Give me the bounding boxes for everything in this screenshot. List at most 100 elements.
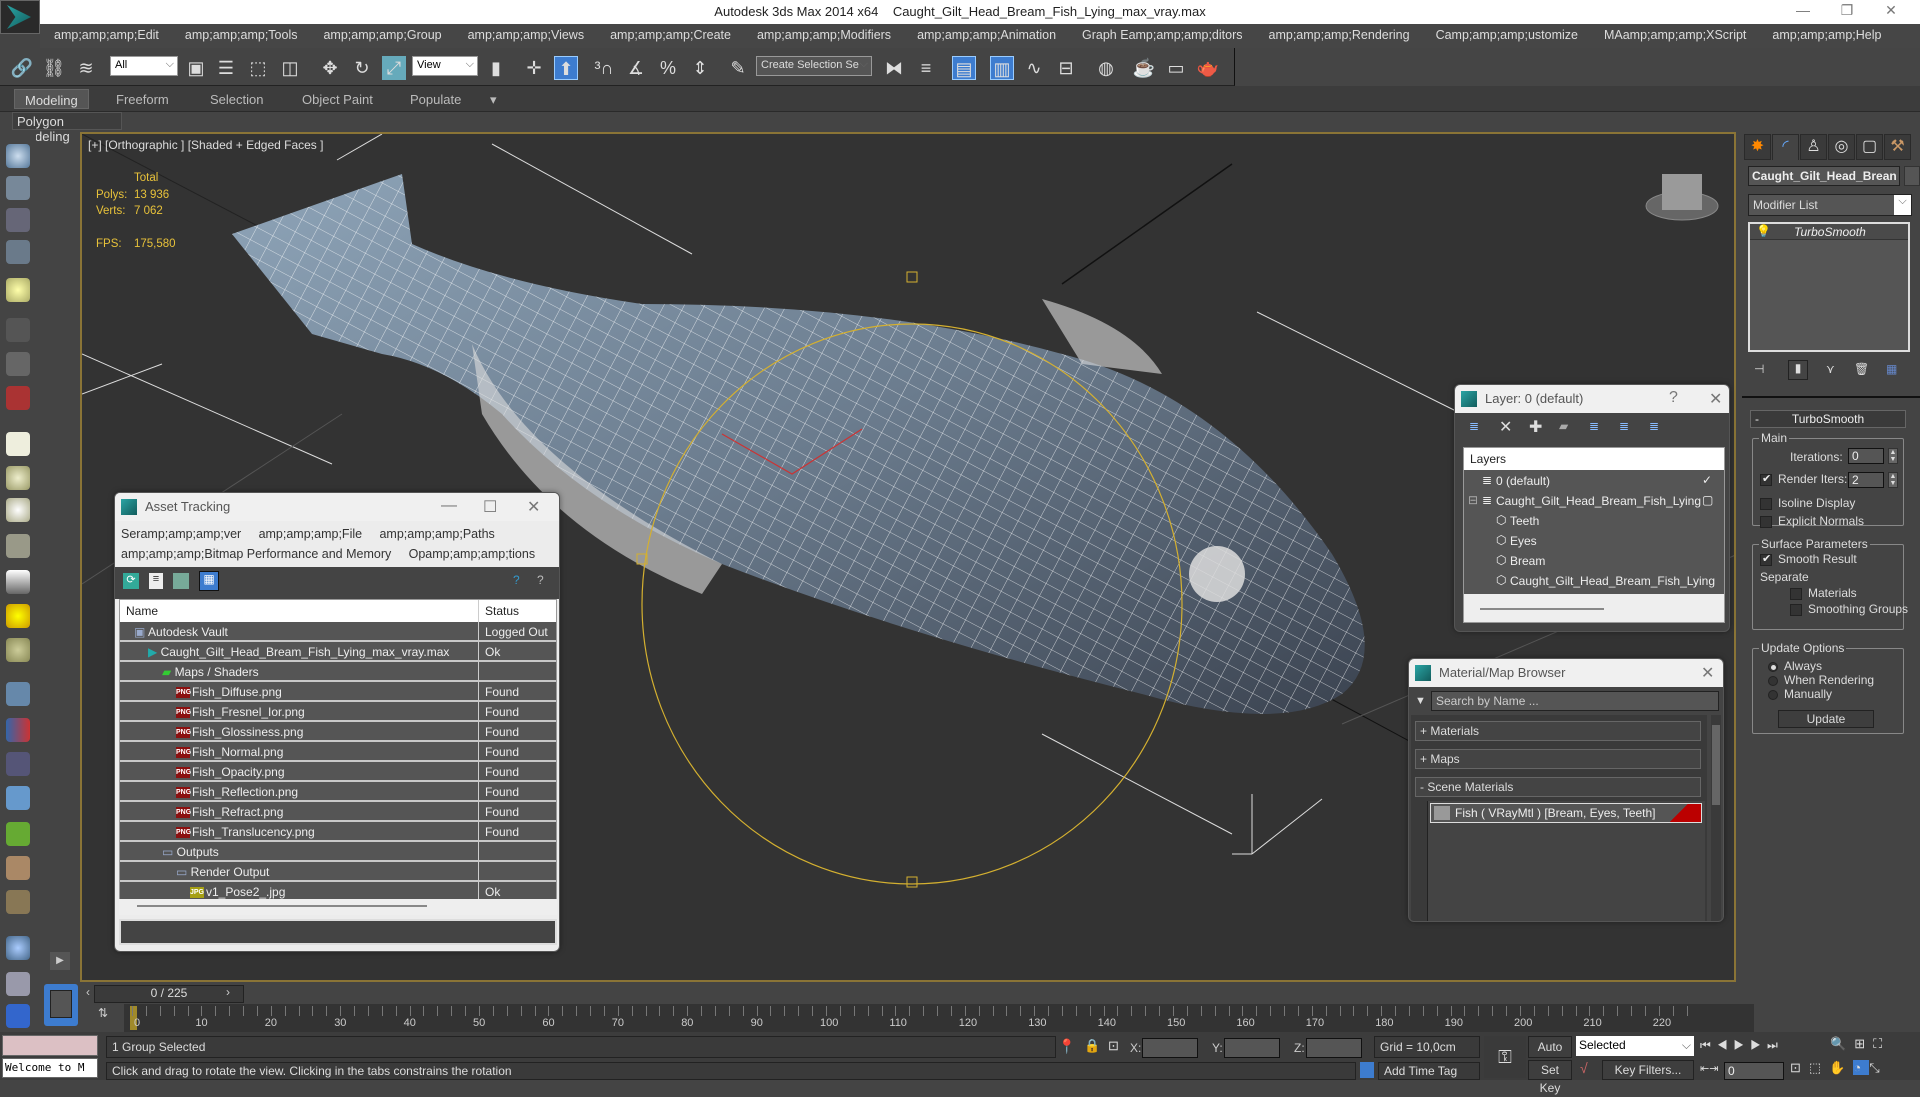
isolate-selection-icon[interactable]: 📍 xyxy=(1058,1038,1075,1055)
asset-row[interactable]: ▰ Maps / Shaders xyxy=(120,662,556,682)
asset-row[interactable]: PNGFish_Glossiness.png Found xyxy=(120,722,556,742)
mesh-light-icon[interactable] xyxy=(6,534,30,558)
pin-stack-icon[interactable]: ⊣ xyxy=(1754,362,1764,376)
modifier-list-dropdown[interactable]: Modifier List ⌵ xyxy=(1748,194,1912,216)
schematic-view-icon[interactable]: ⊟ xyxy=(1054,56,1078,80)
maximize-viewport-icon[interactable]: ⤡ xyxy=(1869,1060,1887,1075)
lightbulb-icon[interactable]: 💡 xyxy=(1756,224,1771,238)
ribbon-tab-selection[interactable]: Selection xyxy=(200,89,273,109)
asset-row[interactable]: PNGFish_Diffuse.png Found xyxy=(120,682,556,702)
layer-row[interactable]: ⊟ ≣ Caught_Gilt_Head_Bream_Fish_Lying ▢ xyxy=(1464,492,1724,512)
spinner-snap-icon[interactable]: ⇕ xyxy=(688,56,712,80)
light-icon[interactable] xyxy=(6,278,30,302)
y-coordinate-field[interactable] xyxy=(1224,1038,1280,1058)
update-when-rendering-radio[interactable] xyxy=(1768,676,1778,686)
browser-options-icon[interactable]: ▼ xyxy=(1415,695,1426,707)
show-end-result-icon[interactable]: ▮ xyxy=(1788,360,1808,380)
go-to-start-icon[interactable]: ⏮ xyxy=(1700,1038,1717,1052)
update-manually-radio[interactable] xyxy=(1768,690,1778,700)
absolute-mode-icon[interactable]: ⊡ xyxy=(1108,1038,1119,1054)
gizmo-handle[interactable] xyxy=(906,271,918,283)
bind-space-warp-icon[interactable]: ≋ xyxy=(74,56,98,80)
percent-snap-icon[interactable]: % xyxy=(656,56,680,80)
current-layer-check-icon[interactable]: ✓ xyxy=(1702,473,1712,487)
stack-item-turbosmooth[interactable]: 💡 TurboSmooth xyxy=(1750,224,1908,240)
proxy-icon[interactable] xyxy=(6,752,30,776)
fur-icon[interactable] xyxy=(6,786,30,810)
snaps-toggle-icon[interactable]: ³∩ xyxy=(592,56,616,80)
menu-customize[interactable]: Camp;amp;amp;ustomize xyxy=(1422,24,1590,48)
close-icon[interactable]: ✕ xyxy=(1709,389,1722,409)
zoom-extents-icon[interactable]: ⛶ xyxy=(1873,1036,1890,1051)
menu-create[interactable]: amp;amp;amp;Create xyxy=(596,24,743,48)
target-camera-icon[interactable] xyxy=(6,352,30,376)
previous-frame-icon[interactable]: ◀ xyxy=(1717,1038,1734,1052)
section-maps[interactable]: + Maps xyxy=(1415,749,1701,769)
track-bar[interactable]: 0 10 20 30 40 50 60 70 80 90 100 110 120 130 140 150 160… xyxy=(124,1004,1754,1032)
field-of-view-icon[interactable]: ⊡ xyxy=(1790,1060,1809,1075)
layer-horizontal-scrollbar[interactable] xyxy=(1480,608,1604,610)
collapse-icon[interactable]: ⊟ xyxy=(1468,493,1478,507)
prev-frame-button[interactable]: ‹ xyxy=(82,985,94,1003)
asset-menu-file[interactable]: amp;amp;amp;File xyxy=(259,527,363,541)
select-objects-icon[interactable]: ▰ xyxy=(1559,419,1568,433)
layer-manager-icon[interactable]: ▤ xyxy=(952,56,976,80)
pan-icon[interactable]: ✋ xyxy=(1829,1060,1853,1075)
column-header-name[interactable]: Name xyxy=(126,604,158,618)
selection-icon[interactable] xyxy=(6,1004,30,1028)
object-color-swatch[interactable] xyxy=(1904,166,1920,186)
render-window-icon[interactable] xyxy=(6,176,30,200)
maxscript-listener-pink[interactable] xyxy=(2,1035,98,1056)
menu-tools[interactable]: amp;amp;amp;Tools xyxy=(171,24,310,48)
section-materials[interactable]: + Materials xyxy=(1415,721,1701,741)
teapot-icon[interactable] xyxy=(6,144,30,168)
x-coordinate-field[interactable] xyxy=(1142,1038,1198,1058)
update-always-radio[interactable] xyxy=(1768,662,1778,672)
layer-row[interactable]: ≣ 0 (default) ✓ xyxy=(1464,472,1724,492)
next-frame-button[interactable]: › xyxy=(222,985,234,1003)
list-view-icon[interactable]: ≡ xyxy=(149,573,163,589)
asset-menu-paths[interactable]: amp;amp;amp;Paths xyxy=(379,527,494,541)
metaball-icon[interactable] xyxy=(6,718,30,742)
asset-path-field[interactable] xyxy=(119,919,557,945)
grass-icon[interactable] xyxy=(6,822,30,846)
sphere-icon[interactable] xyxy=(6,936,30,960)
gizmo-handle[interactable] xyxy=(906,876,918,888)
edit-named-selection-icon[interactable]: ✎ xyxy=(726,56,750,80)
render-region-icon[interactable] xyxy=(6,972,30,996)
render-iters-checkbox[interactable] xyxy=(1760,472,1772,486)
panel-icon[interactable] xyxy=(6,208,30,232)
viewcube[interactable] xyxy=(1662,174,1702,210)
physical-camera-icon[interactable] xyxy=(6,386,30,410)
add-time-tag[interactable]: Add Time Tag xyxy=(1378,1062,1480,1080)
asset-menu-bitmap-performance[interactable]: amp;amp;amp;Bitmap Performance and Memor… xyxy=(121,547,391,561)
asset-row[interactable]: ▶ Caught_Gilt_Head_Bream_Fish_Lying_max_… xyxy=(120,642,556,662)
keyboard-shortcut-override-icon[interactable]: ⬆ xyxy=(554,56,578,80)
key-filter-curve-icon[interactable]: √ xyxy=(1580,1060,1588,1076)
selection-filter-dropdown[interactable]: All xyxy=(110,56,178,76)
asset-row[interactable]: ▣ Autodesk Vault Logged Out .. xyxy=(120,622,556,659)
hierarchy-tab-icon[interactable]: ♙ xyxy=(1800,134,1827,160)
refresh-icon[interactable]: ⟳ xyxy=(123,573,139,589)
motion-tab-icon[interactable]: ◎ xyxy=(1828,134,1855,160)
curve-editor-toggle-icon[interactable]: ⇅ xyxy=(92,1006,114,1028)
ribbon-tab-object-paint[interactable]: Object Paint xyxy=(292,89,383,109)
material-search-input[interactable]: Search by Name ... xyxy=(1431,691,1719,711)
select-manipulate-icon[interactable]: ✛ xyxy=(522,56,546,80)
menu-edit[interactable]: amp;amp;amp;Edit xyxy=(40,24,171,48)
delete-layer-icon[interactable]: ✕ xyxy=(1499,417,1512,437)
asset-row[interactable]: PNGFish_Translucency.png Found xyxy=(120,822,556,842)
pivot-center-icon[interactable]: ▮ xyxy=(484,56,508,80)
render-setup-icon[interactable]: ☕ xyxy=(1132,56,1156,80)
hide-all-icon[interactable]: ≣ xyxy=(1619,419,1629,433)
ornatrix-icon[interactable] xyxy=(6,890,30,914)
maxscript-mini-listener[interactable]: Welcome to M xyxy=(2,1058,98,1078)
close-button[interactable]: ✕ xyxy=(1876,2,1906,22)
ribbon-panel-polygon-modeling[interactable]: Polygon Modeling xyxy=(12,112,122,144)
current-frame-field[interactable]: 0 xyxy=(1724,1062,1784,1080)
zoom-icon[interactable]: 🔍 xyxy=(1830,1036,1854,1051)
align-icon[interactable]: ≡ xyxy=(914,56,938,80)
window-crossing-icon[interactable]: ◫ xyxy=(278,56,302,80)
mini-listener-toggle[interactable] xyxy=(44,984,78,1026)
column-header-status[interactable]: Status xyxy=(478,600,525,622)
